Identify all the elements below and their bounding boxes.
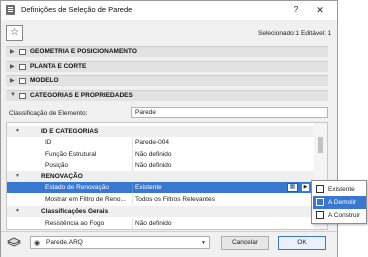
property-value: Não definido — [135, 162, 172, 169]
table-row[interactable]: Posição Não definido — [7, 160, 315, 171]
table-row[interactable]: ID Parede-004 — [7, 137, 315, 148]
group-label: ID E CATEGORIAS — [41, 128, 99, 135]
ok-button[interactable]: OK — [278, 236, 326, 250]
menu-item-label: A Demolir — [328, 199, 357, 206]
construct-icon — [316, 211, 324, 219]
table-row-selected[interactable]: Estado de Renovação Existente ▦ ▶ — [7, 182, 315, 193]
existing-icon — [316, 185, 324, 193]
group-id-categories[interactable]: ▼ ID E CATEGORIAS — [7, 126, 315, 137]
favorites-button[interactable]: ☆ — [6, 25, 23, 41]
chevron-right-icon: ▶ — [10, 49, 15, 55]
section-properties[interactable]: ▼ CATEGORIAS E PROPRIEDADES — [6, 90, 328, 101]
property-name: Mostrar em Filtro de Reno... — [45, 196, 126, 203]
chevron-down-icon: ▼ — [201, 240, 206, 246]
property-name: Estado de Renovação — [45, 184, 109, 191]
column-divider — [132, 182, 133, 193]
properties-icon — [19, 93, 26, 99]
property-name: Posição — [45, 162, 69, 169]
group-label: RENOVAÇÃO — [41, 173, 83, 180]
group-label: Classificações Gerais — [41, 208, 109, 215]
section-model[interactable]: ▶ MODELO — [6, 75, 328, 86]
properties-table: ▼ ID E CATEGORIAS ID Parede-004 Função E… — [6, 122, 328, 230]
menu-item-label: Existente — [328, 186, 355, 193]
classification-select[interactable]: Parede — [131, 107, 328, 118]
property-name: Resistência ao Fogo — [45, 220, 105, 227]
property-name: Função Estrutural — [45, 151, 97, 158]
section-label: GEOMETRIA E POSICIONAMENTO — [30, 48, 137, 55]
section-label: MODELO — [30, 77, 59, 84]
classification-value: Parede — [135, 109, 156, 116]
chevron-right-icon[interactable]: ▶ — [301, 183, 310, 192]
geometry-icon — [19, 49, 26, 55]
column-divider — [132, 149, 133, 160]
chevron-down-icon: ▼ — [15, 173, 20, 179]
eye-icon: ◉ — [34, 240, 41, 247]
chevron-down-icon: ▼ — [15, 208, 20, 214]
property-value: Não definido — [135, 220, 172, 227]
renovation-status-icon[interactable]: ▦ — [287, 183, 298, 192]
cancel-button[interactable]: Cancelar — [221, 236, 269, 250]
property-name: ID — [45, 139, 52, 146]
help-button[interactable]: ? — [290, 4, 302, 16]
property-value: Não definido — [135, 151, 172, 158]
chevron-right-icon: ▶ — [10, 64, 15, 70]
property-value: Todos os Filtros Relevantes — [135, 196, 215, 203]
property-value: Parede-004 — [135, 139, 169, 146]
scrollbar-thumb[interactable] — [318, 137, 323, 153]
menu-item-existente[interactable]: Existente — [313, 183, 366, 196]
table-row[interactable]: Função Estrutural Não definido — [7, 149, 315, 160]
property-value: Existente — [135, 184, 162, 191]
star-icon: ☆ — [10, 27, 19, 38]
menu-item-label: A Construir — [328, 212, 361, 219]
renovation-status-popup: Existente A Demolir A Construir — [311, 180, 367, 224]
table-row[interactable]: Mostrar em Filtro de Reno... Todos os Fi… — [7, 194, 315, 205]
layer-value: Parede.ARQ — [46, 239, 83, 246]
selection-info: Selecionado:1 Editável: 1 — [258, 30, 332, 37]
app-icon — [6, 5, 15, 15]
column-divider — [132, 137, 133, 148]
group-renovation[interactable]: ▼ RENOVAÇÃO — [7, 171, 315, 182]
menu-item-a-construir[interactable]: A Construir — [313, 209, 366, 222]
column-divider — [132, 218, 133, 229]
chevron-down-icon: ▼ — [10, 92, 16, 98]
chevron-down-icon: ▼ — [15, 128, 20, 134]
group-general-classifications[interactable]: ▼ Classificações Gerais — [7, 206, 315, 217]
classification-label: Classificação de Elemento: — [9, 110, 88, 117]
section-label: PLANTA E CORTE — [30, 63, 87, 70]
layer-icon — [7, 237, 21, 247]
demolish-icon — [316, 198, 324, 206]
section-floorplan[interactable]: ▶ PLANTA E CORTE — [6, 61, 328, 72]
table-row[interactable]: Resistência ao Fogo Não definido — [7, 218, 315, 229]
menu-item-a-demolir[interactable]: A Demolir — [313, 196, 366, 209]
section-label: CATEGORIAS E PROPRIEDADES — [30, 92, 133, 99]
section-geometry[interactable]: ▶ GEOMETRIA E POSICIONAMENTO — [6, 46, 328, 57]
dialog-title: Definições de Seleção de Parede — [21, 5, 133, 14]
column-divider — [132, 160, 133, 171]
floorplan-icon — [19, 64, 26, 70]
model-icon — [19, 78, 26, 84]
layer-select[interactable]: ◉ Parede.ARQ ▼ — [30, 236, 210, 249]
chevron-right-icon: ▶ — [10, 78, 15, 84]
close-button[interactable]: ✕ — [314, 4, 326, 16]
column-divider — [132, 194, 133, 205]
